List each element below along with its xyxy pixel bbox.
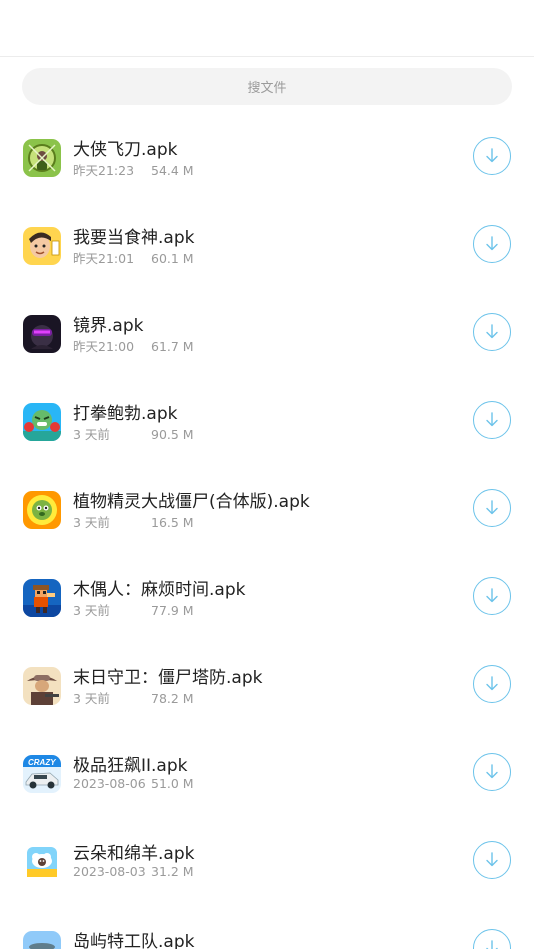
file-name: 极品狂飙II.apk [73,756,188,776]
search-input[interactable]: 搜文件 [22,68,512,105]
file-meta: 昨天21:01 60.1 M [73,248,194,267]
file-date: 昨天21:00 [73,339,135,354]
game-icon-dark [23,315,61,353]
file-list-screen: 搜文件 大侠飞刀.apk 昨天21:23 54.4 M 我要当食神.apk 昨天21:0… [0,0,534,949]
game-icon-island [23,931,61,949]
file-date: 昨天21:23 [73,163,135,178]
file-row[interactable]: 镜界.apk 昨天21:00 61.7 M [0,289,534,377]
download-arrow-icon [482,762,502,782]
file-date: 3 天前 [73,515,110,530]
download-arrow-icon [482,146,502,166]
download-arrow-icon [482,586,502,606]
file-meta: 3 天前 77.9 M [73,600,194,619]
file-date: 昨天21:01 [73,251,135,266]
file-date: 3 天前 [73,603,110,618]
file-meta: 昨天21:23 54.4 M [73,160,194,179]
file-date: 2023-08-03 [73,864,146,879]
file-row[interactable]: CRAZY 极品狂飙II.apk 2023-08-06 51.0 M [0,729,534,817]
search-placeholder: 搜文件 [247,81,287,96]
download-button[interactable] [473,929,511,949]
download-arrow-icon [482,938,502,949]
file-size: 61.7 M [151,339,194,354]
download-arrow-icon [482,850,502,870]
file-list: 大侠飞刀.apk 昨天21:23 54.4 M 我要当食神.apk 昨天21:01 60.… [0,113,534,949]
file-meta: 3 天前 78.2 M [73,688,194,707]
top-bar [0,0,534,57]
file-meta: 昨天21:00 61.7 M [73,336,194,355]
file-date: 2023-08-06 [73,776,146,791]
download-button[interactable] [473,665,511,703]
file-name: 岛屿特工队.apk [73,932,195,949]
file-row[interactable]: 大侠飞刀.apk 昨天21:23 54.4 M [0,113,534,201]
file-date: 3 天前 [73,427,110,442]
download-button[interactable] [473,841,511,879]
file-row[interactable]: 我要当食神.apk 昨天21:01 60.1 M [0,201,534,289]
game-icon-yellow [23,227,61,265]
game-icon-cowboy [23,667,61,705]
file-name: 镜界.apk [73,316,144,336]
game-icon-blue [23,403,61,441]
game-icon-green [23,139,61,177]
game-icon-orange [23,491,61,529]
file-row[interactable]: 植物精灵大战僵尸(合体版).apk 3 天前 16.5 M [0,465,534,553]
file-size: 78.2 M [151,691,194,706]
file-meta: 2023-08-03 31.2 M [73,864,194,879]
file-meta: 2023-08-06 51.0 M [73,776,194,791]
game-icon-sheep [23,843,61,881]
download-arrow-icon [482,674,502,694]
file-name: 云朵和绵羊.apk [73,844,195,864]
download-button[interactable] [473,313,511,351]
file-name: 木偶人：麻烦时间.apk [73,580,246,600]
file-size: 60.1 M [151,251,194,266]
download-arrow-icon [482,234,502,254]
download-button[interactable] [473,225,511,263]
file-size: 31.2 M [151,864,194,879]
download-button[interactable] [473,753,511,791]
file-meta: 3 天前 16.5 M [73,512,194,531]
file-size: 54.4 M [151,163,194,178]
download-arrow-icon [482,410,502,430]
file-name: 植物精灵大战僵尸(合体版).apk [73,492,310,512]
download-button[interactable] [473,137,511,175]
download-button[interactable] [473,401,511,439]
download-button[interactable] [473,489,511,527]
file-size: 16.5 M [151,515,194,530]
svg-text:CRAZY: CRAZY [28,758,56,767]
file-size: 51.0 M [151,776,194,791]
file-size: 90.5 M [151,427,194,442]
download-arrow-icon [482,322,502,342]
file-name: 大侠飞刀.apk [73,140,178,160]
file-name: 打拳鲍勃.apk [73,404,178,424]
file-meta: 3 天前 90.5 M [73,424,194,443]
file-name: 末日守卫：僵尸塔防.apk [73,668,263,688]
download-button[interactable] [473,577,511,615]
download-arrow-icon [482,498,502,518]
file-row[interactable]: 云朵和绵羊.apk 2023-08-03 31.2 M [0,817,534,905]
file-row[interactable]: 岛屿特工队.apk [0,905,534,949]
file-size: 77.9 M [151,603,194,618]
file-name: 我要当食神.apk [73,228,195,248]
file-row[interactable]: 木偶人：麻烦时间.apk 3 天前 77.9 M [0,553,534,641]
file-date: 3 天前 [73,691,110,706]
game-icon-pixel [23,579,61,617]
file-row[interactable]: 打拳鲍勃.apk 3 天前 90.5 M [0,377,534,465]
file-row[interactable]: 末日守卫：僵尸塔防.apk 3 天前 78.2 M [0,641,534,729]
game-icon-car: CRAZY [23,755,61,793]
